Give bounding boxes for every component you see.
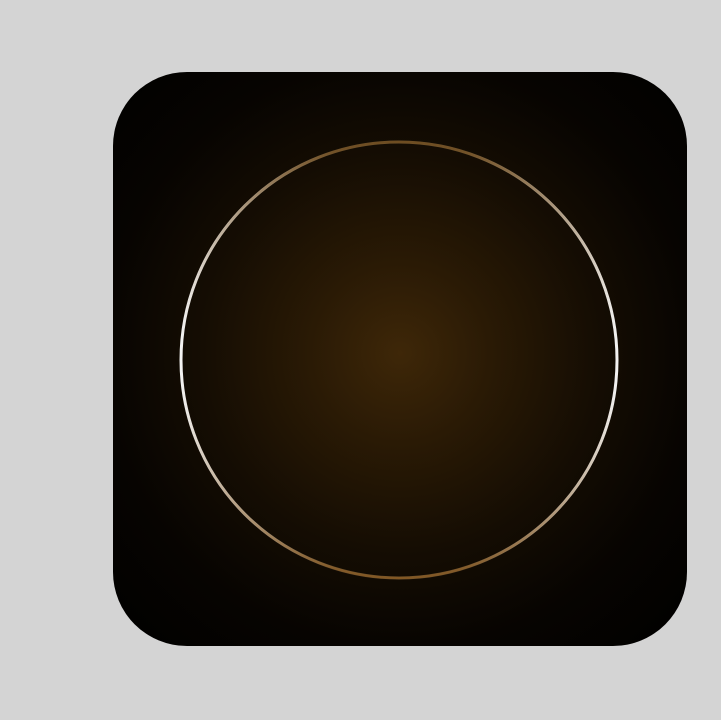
ring-icon bbox=[179, 140, 619, 580]
canvas-background bbox=[0, 0, 721, 720]
ring-tint bbox=[179, 140, 619, 580]
ring-outline bbox=[179, 140, 619, 580]
app-icon bbox=[113, 72, 687, 646]
